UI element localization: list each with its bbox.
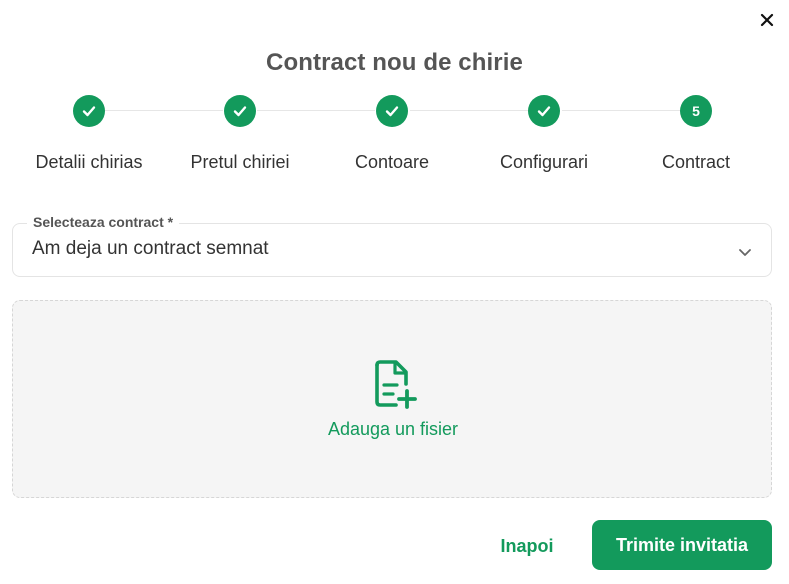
step-contract[interactable]: 5 Contract [621,95,771,173]
chevron-down-icon [739,249,751,256]
stepper: Detalii chirias Pretul chiriei Contoare … [0,95,789,185]
check-icon [537,106,551,117]
step-label: Pretul chiriei [190,152,290,172]
check-icon [82,106,96,117]
step-contoare[interactable]: Contoare [317,95,467,173]
check-icon [385,106,399,117]
add-file-label: Adauga un fisier [327,419,459,439]
step-label: Contoare [354,152,430,172]
step-complete-circle [73,95,105,127]
modal-title: Contract nou de chirie [266,49,523,76]
step-label: Detalii chirias [35,152,143,172]
close-icon [760,13,774,27]
step-number-circle: 5 [680,95,712,127]
send-invitation-button[interactable]: Trimite invitatia [592,520,772,570]
check-icon [233,106,247,117]
step-complete-circle [376,95,408,127]
file-dropzone[interactable]: Adauga un fisier [12,300,772,498]
file-plus-icon [375,360,417,409]
step-configurari[interactable]: Configurari [469,95,619,173]
step-detalii-chirias[interactable]: Detalii chirias [14,95,164,173]
step-complete-circle [528,95,560,127]
step-label: Configurari [499,152,589,172]
step-label: Contract [661,152,731,172]
step-pretul-chiriei[interactable]: Pretul chiriei [165,95,315,173]
contract-select-label: Selecteaza contract * [27,214,180,230]
contract-select-value: Am deja un contract semnat [32,238,269,259]
step-complete-circle [224,95,256,127]
back-button[interactable]: Inapoi [482,524,572,568]
close-button[interactable] [755,8,779,32]
contract-select[interactable]: Selecteaza contract * Am deja un contrac… [12,214,772,277]
